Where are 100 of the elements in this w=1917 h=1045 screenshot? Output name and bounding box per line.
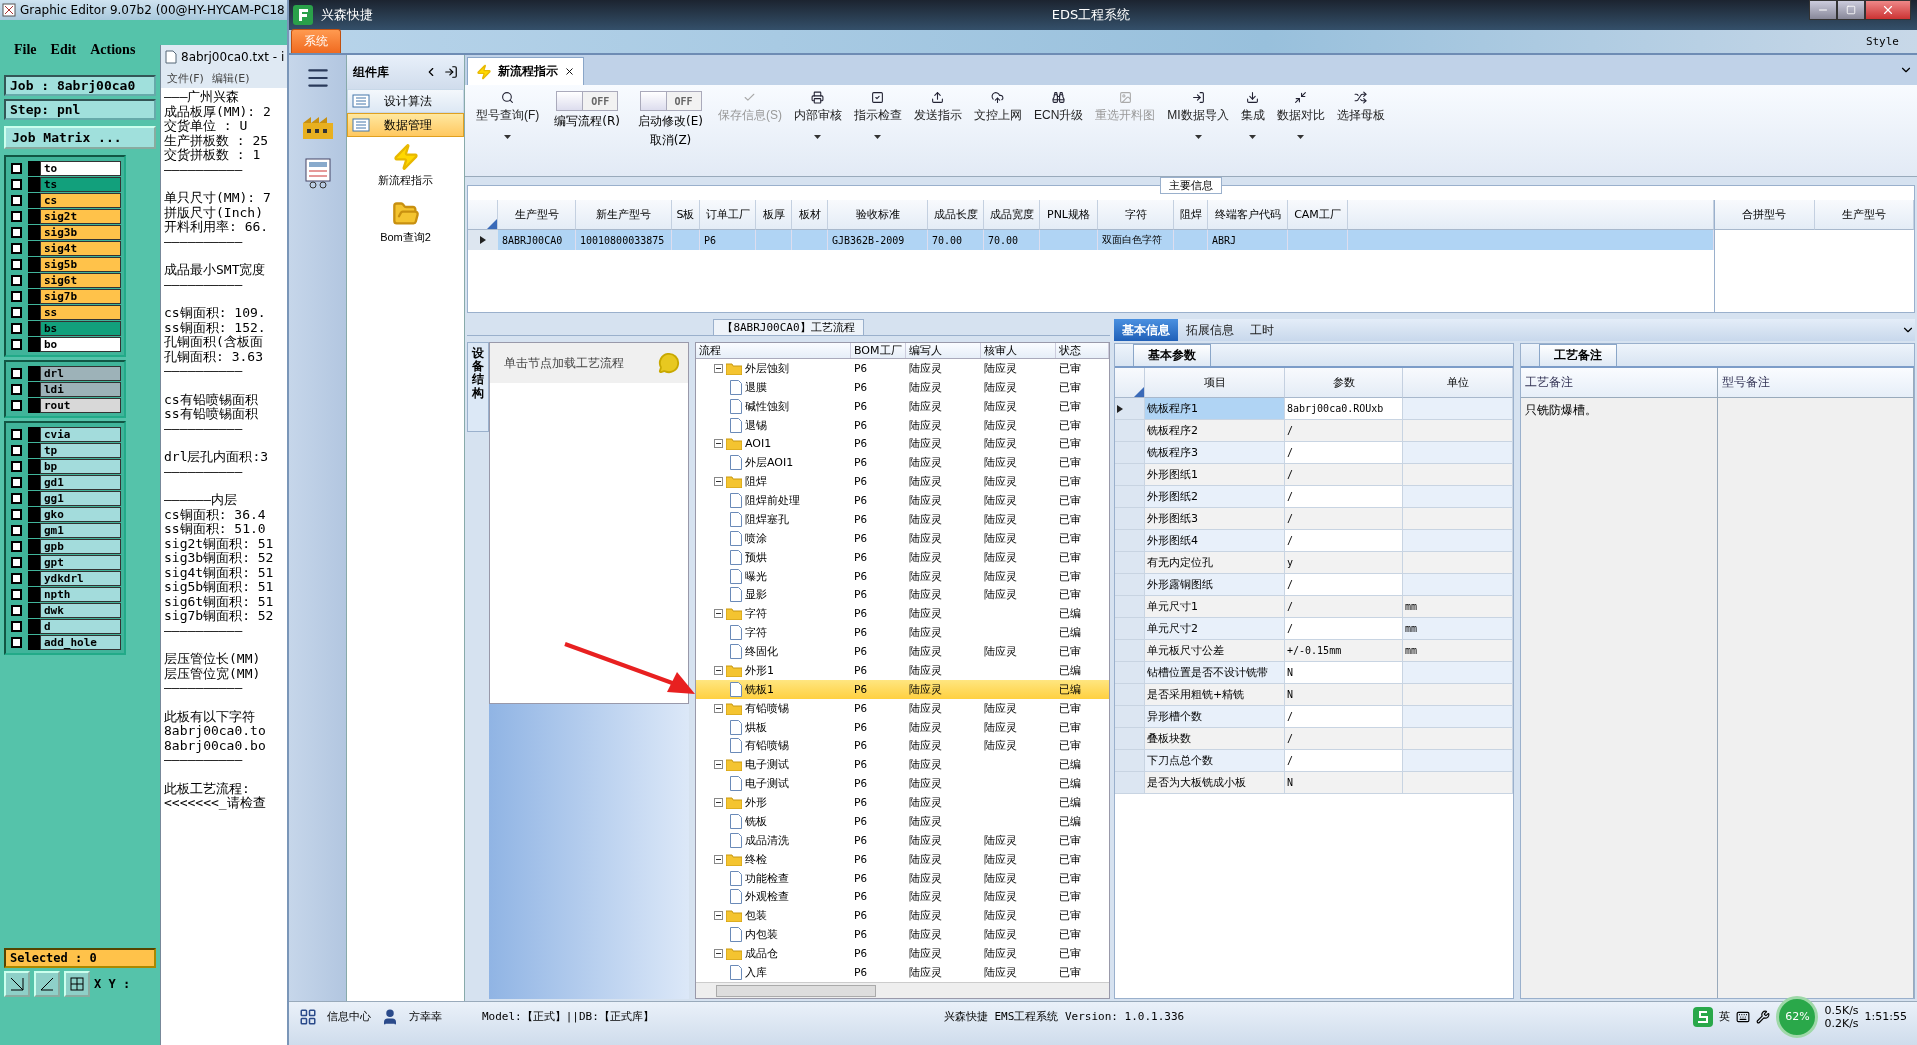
tree-row[interactable]: 显影 P6 陆应灵 陆应灵 已审 (696, 585, 1109, 605)
layer-checkbox[interactable] (11, 508, 22, 520)
tree-row[interactable]: 外观检查 P6 陆应灵 陆应灵 已审 (696, 887, 1109, 907)
column-header[interactable]: 成品宽度 (984, 200, 1040, 230)
tree-row[interactable]: 外层AOI1 P6 陆应灵 陆应灵 已审 (696, 453, 1109, 473)
column-header[interactable]: 订单工厂 (700, 200, 756, 230)
column-header[interactable]: 单位 (1403, 368, 1513, 398)
tree-row[interactable]: 预烘 P6 陆应灵 陆应灵 已审 (696, 547, 1109, 567)
tab[interactable]: 工时 (1242, 319, 1282, 341)
grid-icon[interactable] (299, 1007, 317, 1026)
note-field[interactable]: 只铣防爆槽。 (1521, 398, 1718, 998)
grid-tool-button[interactable] (64, 971, 90, 997)
layer-name[interactable]: gpt (40, 554, 121, 570)
tree-row[interactable]: 烘板 P6 陆应灵 陆应灵 已审 (696, 717, 1109, 737)
layer-name[interactable]: cvia (40, 426, 121, 442)
layer-checkbox[interactable] (11, 226, 22, 238)
column-header[interactable]: CAM工厂 (1288, 200, 1348, 230)
vertical-tab[interactable]: 设备结构 (467, 342, 489, 432)
document-tab[interactable]: 新流程指示 (467, 57, 584, 85)
layer-checkbox[interactable] (11, 290, 22, 302)
toolbar-button[interactable]: 型号查询(F) (471, 89, 545, 141)
column-header[interactable]: 终端客户代码 (1208, 200, 1288, 230)
collapse-icon[interactable] (714, 949, 723, 959)
tab[interactable]: 拓展信息 (1178, 319, 1242, 341)
toolbar-button[interactable]: 内部审核 (789, 89, 847, 141)
column-header[interactable]: 成品长度 (928, 200, 984, 230)
tree-row[interactable]: 外形1 P6 陆应灵 已编 (696, 661, 1109, 680)
tree-row[interactable]: 阻焊 P6 陆应灵 陆应灵 已审 (696, 472, 1109, 492)
layer-name[interactable]: ts (40, 176, 121, 192)
column-header[interactable]: 核审人 (981, 343, 1056, 358)
layer-name[interactable]: sig5b (40, 256, 121, 272)
collapse-icon[interactable] (714, 439, 723, 449)
job-matrix-button[interactable]: Job Matrix ... (4, 126, 156, 149)
layer-checkbox[interactable] (11, 620, 22, 632)
layer-checkbox[interactable] (11, 242, 22, 254)
layer-name[interactable]: tp (40, 442, 121, 458)
tree-row[interactable]: 退膜 P6 陆应灵 陆应灵 已审 (696, 377, 1109, 397)
layer-name[interactable]: sig2t (40, 208, 121, 224)
tree-row[interactable]: 成品清洗 P6 陆应灵 陆应灵 已审 (696, 830, 1109, 850)
collapse-icon[interactable] (714, 854, 723, 864)
menu-item[interactable]: 文件(F) (167, 71, 204, 86)
layer-name[interactable]: npth (40, 586, 121, 602)
component-item[interactable]: 数据管理 (347, 113, 464, 137)
tree-row[interactable]: 终固化 P6 陆应灵 陆应灵 已审 (696, 642, 1109, 661)
layer-checkbox[interactable] (11, 476, 22, 488)
menu-item[interactable]: Actions (90, 42, 136, 58)
column-header[interactable]: 流程 (696, 343, 851, 358)
sub-tab[interactable]: 基本参数 (1133, 344, 1211, 366)
column-header[interactable]: 板材 (792, 200, 828, 230)
layer-name[interactable]: gm1 (40, 522, 121, 538)
tree-row[interactable]: AOI1 P6 陆应灵 陆应灵 已审 (696, 434, 1109, 454)
layer-checkbox[interactable] (11, 367, 22, 379)
measure-tool-button[interactable] (34, 971, 60, 997)
layer-checkbox[interactable] (11, 460, 22, 472)
close-button[interactable] (1865, 0, 1911, 20)
column-header[interactable]: 参数 (1285, 368, 1403, 398)
layer-checkbox[interactable] (11, 428, 22, 440)
collapse-icon[interactable] (714, 760, 723, 770)
layer-checkbox[interactable] (11, 572, 22, 584)
layer-checkbox[interactable] (11, 258, 22, 270)
layer-name[interactable]: d (40, 618, 121, 634)
maximize-button[interactable] (1837, 0, 1865, 20)
tool-item[interactable]: 新流程指示 (347, 137, 464, 194)
tree-row[interactable]: 阻焊前处理 P6 陆应灵 陆应灵 已审 (696, 491, 1109, 510)
layer-name[interactable]: sig6t (40, 272, 121, 288)
collapse-icon[interactable] (714, 911, 723, 921)
layer-checkbox[interactable] (11, 162, 22, 174)
toolbar-button[interactable]: MI数据导入 (1162, 89, 1234, 141)
row-header[interactable] (468, 230, 498, 250)
layer-name[interactable]: cs (40, 192, 121, 208)
column-header[interactable]: BOM工厂 (851, 343, 906, 358)
layer-checkbox[interactable] (11, 274, 22, 286)
menu-item[interactable]: Edit (50, 42, 77, 58)
column-header[interactable]: 阻焊 (1174, 200, 1208, 230)
settings-icon[interactable] (1756, 1009, 1771, 1024)
tree-row[interactable]: 电子测试 P6 陆应灵 已编 (696, 755, 1109, 775)
toolbar-button[interactable]: 指示检查 (849, 89, 907, 141)
layer-name[interactable]: sig3b (40, 224, 121, 240)
tree-row[interactable]: 终检 P6 陆应灵 陆应灵 已审 (696, 849, 1109, 869)
layer-name[interactable]: ss (40, 304, 121, 320)
tree-row[interactable]: 喷涂 P6 陆应灵 陆应灵 已审 (696, 528, 1109, 548)
collapse-icon[interactable] (714, 477, 723, 487)
layer-checkbox[interactable] (11, 636, 22, 648)
tree-row[interactable]: 铣板1 P6 陆应灵 已编 (696, 679, 1109, 699)
column-header[interactable]: 生产型号 (1814, 200, 1914, 230)
toolbar-button[interactable]: 发送指示 (909, 89, 967, 126)
column-header[interactable]: 验收标准 (828, 200, 928, 230)
toolbar-button[interactable]: 选择母板 (1331, 89, 1390, 126)
layer-checkbox[interactable] (11, 210, 22, 222)
layer-checkbox[interactable] (11, 322, 22, 334)
layer-checkbox[interactable] (11, 178, 22, 190)
layer-name[interactable]: dwk (40, 602, 121, 618)
layer-name[interactable]: bs (40, 320, 121, 336)
tree-row[interactable]: 碱性蚀刻 P6 陆应灵 陆应灵 已审 (696, 396, 1109, 416)
column-header[interactable]: PNL规格 (1040, 200, 1098, 230)
layer-checkbox[interactable] (11, 383, 22, 395)
layer-name[interactable]: ydkdrl (40, 570, 121, 586)
tree-row[interactable]: 曝光 P6 陆应灵 陆应灵 已审 (696, 566, 1109, 586)
layer-checkbox[interactable] (11, 540, 22, 552)
tree-row[interactable]: 外形 P6 陆应灵 已编 (696, 793, 1109, 812)
